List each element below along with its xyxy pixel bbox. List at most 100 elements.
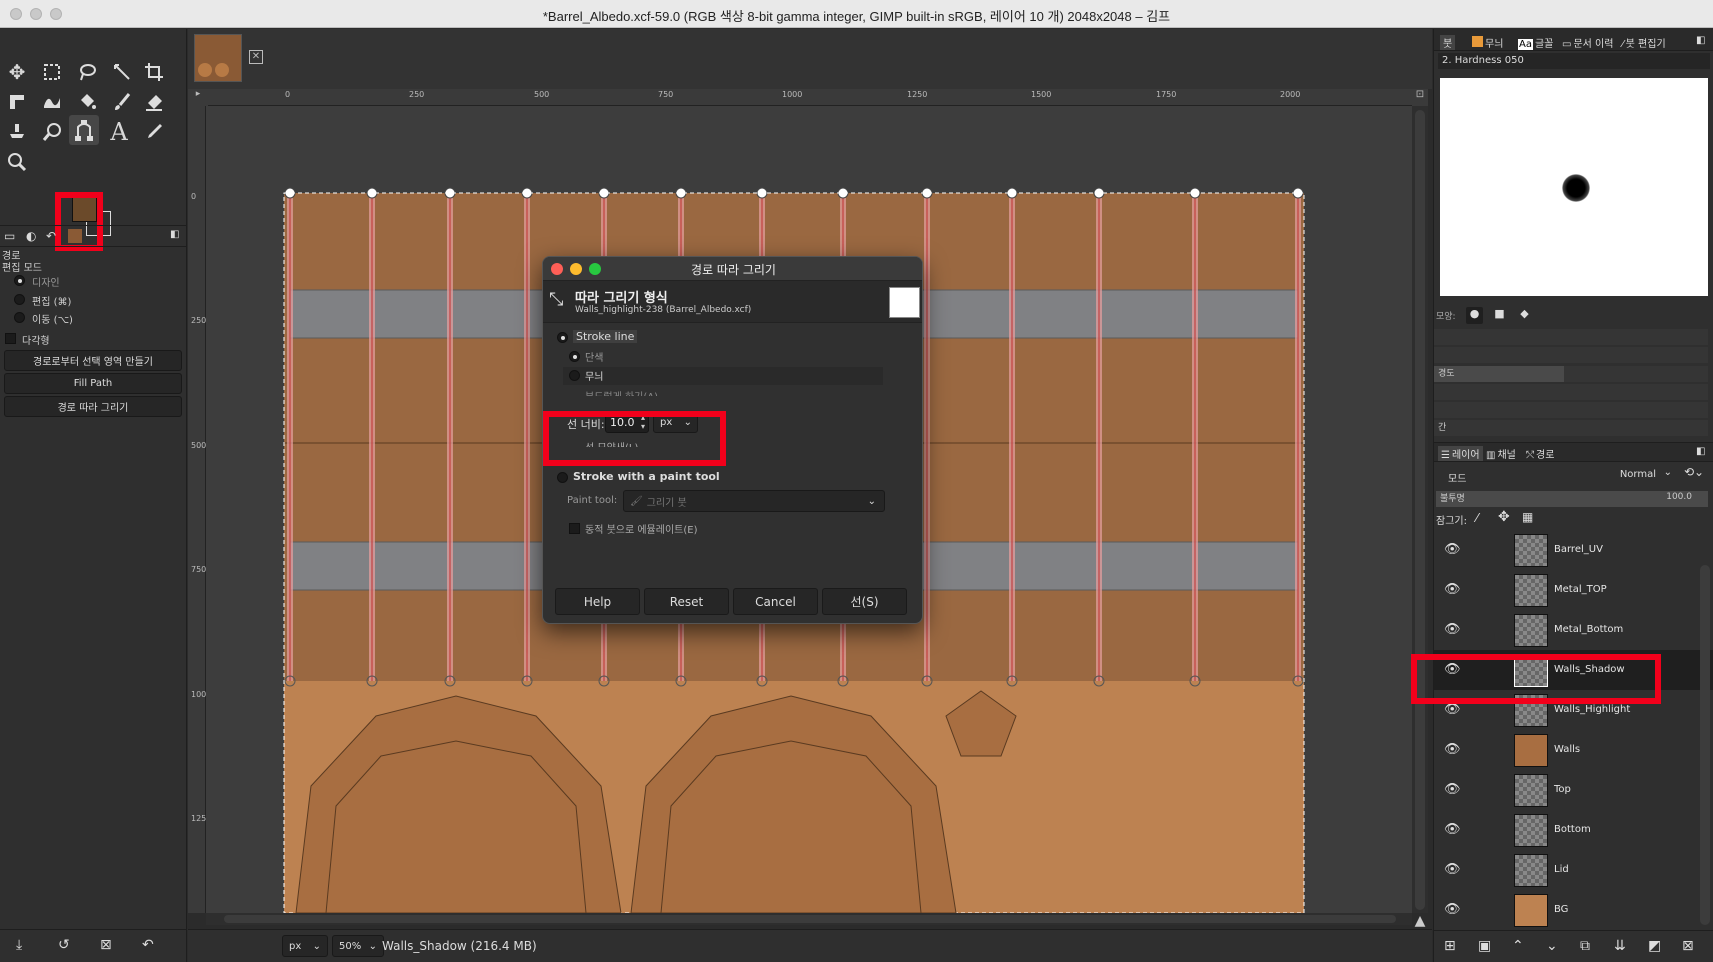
tab-patterns[interactable]: 무늬 <box>1472 35 1503 50</box>
aspect-slider[interactable] <box>1434 384 1708 400</box>
dialog-zoom-button[interactable] <box>589 263 601 275</box>
paintbrush-tool-icon[interactable] <box>107 87 137 117</box>
restore-options-icon[interactable]: ↺ <box>58 937 70 953</box>
duplicate-layer-icon[interactable]: ⧉ <box>1580 938 1590 954</box>
reset-options-icon[interactable]: ↶ <box>142 937 154 953</box>
shape-square-icon[interactable]: ■ <box>1491 307 1508 324</box>
tab-brushes[interactable]: 붓 <box>1440 35 1456 50</box>
tool-options-tab-icon[interactable]: ▭ <box>4 229 15 243</box>
help-button[interactable]: Help <box>555 588 640 615</box>
layer-row[interactable]: 👁 Walls <box>1434 730 1713 770</box>
vertical-scrollbar[interactable] <box>1412 106 1428 913</box>
eye-icon[interactable]: 👁 <box>1444 822 1462 837</box>
navigate-icon[interactable]: ▲ <box>1412 913 1428 929</box>
text-tool-icon[interactable]: A <box>104 117 134 147</box>
shape-circle-icon[interactable]: ● <box>1466 307 1483 324</box>
angle-slider[interactable] <box>1434 402 1708 418</box>
warp-tool-icon[interactable] <box>37 87 67 117</box>
crop-tool-icon[interactable] <box>139 57 169 87</box>
tab-brush-editor[interactable]: ⁄ 붓 편집기 <box>1622 35 1666 50</box>
color-picker-tool-icon[interactable] <box>139 117 169 147</box>
cancel-button[interactable]: Cancel <box>733 588 818 615</box>
eye-icon[interactable]: 👁 <box>1444 902 1462 917</box>
eye-icon[interactable]: 👁 <box>1444 542 1462 557</box>
delete-options-icon[interactable]: ⊠ <box>100 937 112 953</box>
tab-paths[interactable]: ⤲ 경로 <box>1526 446 1554 461</box>
hardness-slider[interactable]: 경도 <box>1434 366 1708 382</box>
rect-select-tool-icon[interactable] <box>37 57 67 87</box>
layer-row[interactable]: 👁 Top <box>1434 770 1713 810</box>
bucket-fill-tool-icon[interactable] <box>72 87 102 117</box>
dialog-close-button[interactable] <box>551 263 563 275</box>
mode-move-radio[interactable] <box>14 312 25 323</box>
zoom-tool-icon[interactable] <box>2 147 32 177</box>
configure-tab-icon[interactable]: ◧ <box>170 229 179 240</box>
new-layer-icon[interactable]: ⊞ <box>1444 938 1456 954</box>
paint-tool-select[interactable]: 🖌 그리기 붓 ⌄ <box>623 490 885 512</box>
emulate-dynamics-checkbox[interactable] <box>569 523 580 534</box>
lock-pixels-icon[interactable]: ⁄ <box>1476 511 1478 525</box>
eye-icon[interactable]: 👁 <box>1444 782 1462 797</box>
quick-mask-toggle-icon[interactable]: ▸ <box>188 89 208 106</box>
zoom-fit-icon[interactable]: ⊡ <box>1412 89 1428 106</box>
stroke-line-radio[interactable] <box>557 332 568 343</box>
device-status-tab-icon[interactable]: ◐ <box>26 229 36 243</box>
tab-document-history[interactable]: ▭ 문서 이력 <box>1562 35 1613 50</box>
smudge-tool-icon[interactable] <box>37 117 67 147</box>
images-tab-icon[interactable] <box>68 229 82 243</box>
layer-row[interactable]: 👁 Metal_Bottom <box>1434 610 1713 650</box>
layer-row[interactable]: 👁 BG <box>1434 890 1713 930</box>
pattern-row[interactable] <box>563 367 883 385</box>
stroke-button[interactable]: 선(S) <box>822 588 907 615</box>
solid-radio[interactable] <box>569 351 580 362</box>
eye-icon[interactable]: 👁 <box>1444 582 1462 597</box>
configure-tab-icon[interactable]: ◧ <box>1696 446 1705 457</box>
layer-row[interactable]: 👁 Lid <box>1434 850 1713 890</box>
spikes-slider[interactable] <box>1434 347 1708 363</box>
layer-row[interactable]: 👁 Barrel_UV <box>1434 530 1713 570</box>
layer-mask-icon[interactable]: ◩ <box>1648 938 1661 954</box>
lock-position-icon[interactable]: ✥ <box>1498 509 1510 525</box>
clone-tool-icon[interactable] <box>2 117 32 147</box>
horizontal-scrollbar[interactable] <box>206 913 1412 925</box>
fuzzy-select-tool-icon[interactable] <box>107 57 137 87</box>
lock-alpha-icon[interactable]: ▦ <box>1522 510 1533 524</box>
shape-diamond-icon[interactable]: ◆ <box>1516 307 1533 324</box>
tab-fonts[interactable]: Aa 글꼴 <box>1518 35 1553 50</box>
dialog-minimize-button[interactable] <box>570 263 582 275</box>
layer-mode-select[interactable]: Normal ⌄ <box>1584 465 1676 485</box>
save-options-icon[interactable]: ⤓ <box>16 937 22 953</box>
delete-layer-icon[interactable]: ⊠ <box>1682 938 1694 954</box>
lasso-tool-icon[interactable] <box>72 57 102 87</box>
configure-tab-icon[interactable]: ◧ <box>1696 35 1705 46</box>
tab-channels[interactable]: ▥ 채널 <box>1486 446 1516 461</box>
composite-mode-icon[interactable]: ⟲⌄ <box>1684 465 1704 479</box>
tab-layers[interactable]: ☰ 레이어 <box>1438 446 1483 461</box>
eye-icon[interactable]: 👁 <box>1444 622 1462 637</box>
new-layer-group-icon[interactable]: ▣ <box>1478 938 1491 954</box>
radius-slider[interactable] <box>1434 329 1708 345</box>
mode-edit-radio[interactable] <box>14 294 25 305</box>
merge-layer-icon[interactable]: ⇊ <box>1614 938 1626 954</box>
undo-history-tab-icon[interactable]: ↶ <box>46 229 56 243</box>
layer-row[interactable]: 👁 Metal_TOP <box>1434 570 1713 610</box>
move-tool-icon[interactable]: ✥ <box>2 57 32 87</box>
image-tab-thumbnail[interactable] <box>194 34 242 82</box>
paths-tool-icon[interactable] <box>69 115 99 145</box>
fill-path-button[interactable]: Fill Path <box>4 373 182 394</box>
reset-button[interactable]: Reset <box>644 588 729 615</box>
close-image-tab-icon[interactable]: ✕ <box>249 50 263 64</box>
transform-tool-icon[interactable] <box>2 87 32 117</box>
eye-icon[interactable]: 👁 <box>1444 862 1462 877</box>
polygonal-checkbox[interactable] <box>5 333 16 344</box>
opacity-slider[interactable]: 불투명 100.0 <box>1436 491 1708 507</box>
selection-from-path-button[interactable]: 경로로부터 선택 영역 만들기 <box>4 350 182 371</box>
stroke-path-button[interactable]: 경로 따라 그리기 <box>4 396 182 417</box>
spacing-slider[interactable]: 간 <box>1434 420 1708 436</box>
raise-layer-icon[interactable]: ⌃ <box>1512 938 1524 954</box>
unit-select[interactable]: px ⌄ <box>282 935 328 957</box>
mode-design-radio[interactable] <box>14 275 25 286</box>
layer-row[interactable]: 👁 Bottom <box>1434 810 1713 850</box>
pattern-radio[interactable] <box>569 370 580 381</box>
zoom-select[interactable]: 50% ⌄ <box>332 935 384 957</box>
